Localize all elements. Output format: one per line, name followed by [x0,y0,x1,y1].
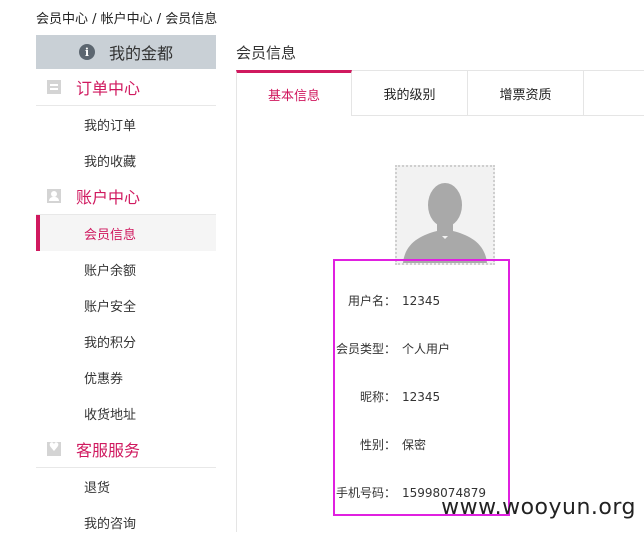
tab-vat-qualification[interactable]: 增票资质 [468,71,584,115]
default-avatar-icon [397,167,493,263]
sidebar-section-label: 订单中心 [76,79,141,98]
sidebar-item-my-orders[interactable]: 我的订单 [36,106,216,142]
sidebar-item-points[interactable]: 我的积分 [36,323,216,359]
sidebar-header[interactable]: i 我的金都 [36,35,216,69]
profile-label: 用户名： [347,294,396,308]
sidebar-section-service[interactable]: 客服服务 [36,431,216,468]
page-title: 会员信息 [236,44,297,62]
sidebar-item-coupons[interactable]: 优惠券 [36,359,216,395]
profile-row-nickname: 昵称： 12345 [334,388,440,405]
tab-my-level[interactable]: 我的级别 [352,71,468,115]
sidebar-header-label: 我的金都 [108,44,173,63]
sidebar-section-orders[interactable]: 订单中心 [36,69,216,106]
profile-label: 性别： [359,438,396,452]
sidebar-item-security[interactable]: 账户安全 [36,287,216,323]
profile-label: 手机号码： [335,486,396,500]
sidebar-section-account[interactable]: 账户中心 [36,178,216,215]
sidebar-section-label: 账户中心 [76,188,141,207]
profile-label: 昵称： [359,390,396,404]
user-icon [47,189,61,203]
sidebar-section-label: 客服服务 [76,441,141,460]
tab-bar: 基本信息 我的级别 增票资质 [236,70,644,116]
breadcrumb: 会员中心 / 帐户中心 / 会员信息 [36,12,218,27]
profile-row-username: 用户名： 12345 [334,292,440,309]
sidebar-item-my-favorites[interactable]: 我的收藏 [36,142,216,178]
profile-value: 12345 [402,390,441,404]
watermark: www.wooyun.org [441,495,636,520]
list-icon [47,80,61,94]
sidebar-item-consultation[interactable]: 我的咨询 [36,504,216,540]
profile-value: 保密 [402,438,427,452]
heart-icon [47,440,61,456]
profile-label: 会员类型： [335,342,396,356]
avatar[interactable] [395,165,495,265]
sidebar-item-returns[interactable]: 退货 [36,468,216,504]
info-icon: i [78,44,95,60]
profile-row-gender: 性别： 保密 [334,436,426,453]
tab-basic-info[interactable]: 基本信息 [236,70,352,116]
sidebar: i 我的金都 订单中心 我的订单 我的收藏 账户中心 会员信息 账户余额 账户安… [36,35,216,540]
profile-value: 12345 [402,294,441,308]
profile-value: 个人用户 [402,342,451,356]
sidebar-item-member-info[interactable]: 会员信息 [36,215,216,251]
profile-row-member-type: 会员类型： 个人用户 [334,340,450,357]
sidebar-item-balance[interactable]: 账户余额 [36,251,216,287]
content-divider [236,114,237,532]
sidebar-item-addresses[interactable]: 收货地址 [36,395,216,431]
